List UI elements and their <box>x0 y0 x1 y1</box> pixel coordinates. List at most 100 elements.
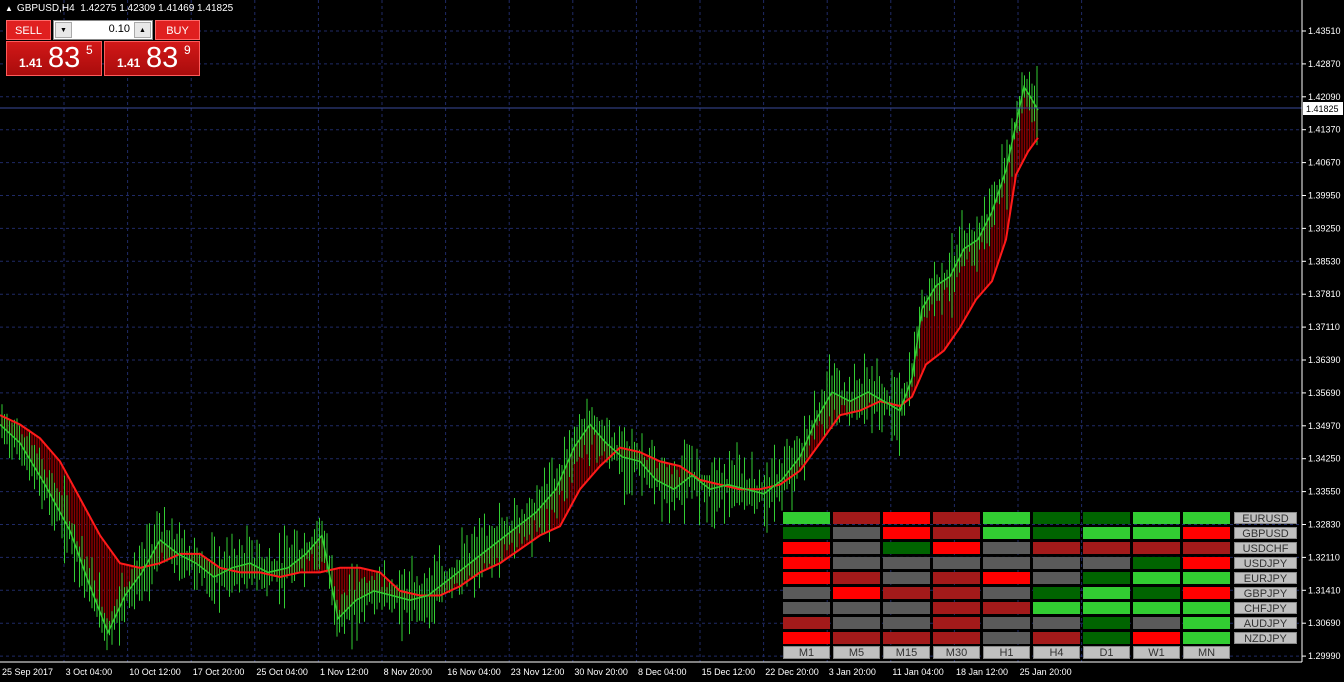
buy-quote-small: 1.41 <box>117 56 141 70</box>
strength-cell <box>883 512 930 524</box>
buy-button[interactable]: BUY <box>155 20 200 40</box>
strength-cell <box>1183 512 1230 524</box>
strength-cell <box>833 557 880 569</box>
strength-cell <box>983 617 1030 629</box>
time-tick-label: 25 Sep 2017 <box>2 667 53 677</box>
strength-cell <box>933 587 980 599</box>
strength-cell <box>933 557 980 569</box>
strength-cell <box>1183 617 1230 629</box>
time-tick-label: 8 Nov 20:00 <box>384 667 433 677</box>
symbol-label-gbpjpy: GBPJPY <box>1234 587 1297 600</box>
strength-cell <box>883 572 930 584</box>
buy-quote-big: 83 <box>146 42 179 74</box>
current-price-label: 1.41825 <box>1306 104 1339 114</box>
increase-lot-icon[interactable]: ▲ <box>134 22 151 38</box>
timeframe-label-d1: D1 <box>1083 646 1130 659</box>
time-tick-label: 25 Jan 20:00 <box>1020 667 1072 677</box>
strength-cell <box>983 602 1030 614</box>
price-tick-label: 1.33550 <box>1308 487 1341 497</box>
lot-size-value[interactable]: 0.10 <box>109 23 130 35</box>
timeframe-label-w1: W1 <box>1133 646 1180 659</box>
strength-cell <box>1033 572 1080 584</box>
strength-cell <box>1183 602 1230 614</box>
strength-cell <box>783 572 830 584</box>
strength-cell <box>1183 527 1230 539</box>
symbol-label: GBPUSD,H4 <box>16 3 75 14</box>
strength-cell <box>983 512 1030 524</box>
strength-cell <box>1133 527 1180 539</box>
strength-cell <box>783 512 830 524</box>
symbol-label-nzdjpy: NZDJPY <box>1234 632 1297 645</box>
symbol-label-chfjpy: CHFJPY <box>1234 602 1297 615</box>
strength-cell <box>883 527 930 539</box>
strength-cell <box>783 527 830 539</box>
price-tick-label: 1.39950 <box>1308 191 1341 201</box>
timeframe-label-mn: MN <box>1183 646 1230 659</box>
price-tick-label: 1.34250 <box>1308 454 1341 464</box>
sell-quote-big: 83 <box>48 42 81 74</box>
timeframe-label-m15: M15 <box>883 646 930 659</box>
symbol-label-usdchf: USDCHF <box>1234 542 1297 555</box>
time-tick-label: 10 Oct 12:00 <box>129 667 181 677</box>
price-tick-label: 1.37110 <box>1308 322 1340 332</box>
symbol-label-gbpusd: GBPUSD <box>1234 527 1297 540</box>
strength-cell <box>783 542 830 554</box>
timeframe-label-m30: M30 <box>933 646 980 659</box>
strength-cell <box>783 602 830 614</box>
strength-cell <box>1183 542 1230 554</box>
strength-cell <box>1183 587 1230 599</box>
strength-cell <box>883 557 930 569</box>
sell-button[interactable]: SELL <box>6 20 51 40</box>
strength-cell <box>983 542 1030 554</box>
buy-quote-sup: 9 <box>184 43 191 57</box>
decrease-lot-icon[interactable]: ▼ <box>55 22 72 38</box>
strength-cell <box>1133 512 1180 524</box>
strength-cell <box>783 557 830 569</box>
timeframe-label-h4: H4 <box>1033 646 1080 659</box>
strength-cell <box>1083 617 1130 629</box>
price-tick-label: 1.35690 <box>1308 388 1341 398</box>
symbol-label-usdjpy: USDJPY <box>1234 557 1297 570</box>
one-click-trading-panel: SELL ▼ 0.10 ▲ BUY 1.41 83 5 1.41 83 9 <box>6 20 200 77</box>
strength-cell <box>1133 572 1180 584</box>
triangle-icon[interactable]: ▲ <box>5 4 13 13</box>
strength-cell <box>933 602 980 614</box>
lot-size-stepper[interactable]: ▼ 0.10 ▲ <box>53 20 153 40</box>
strength-cell <box>1033 527 1080 539</box>
price-tick-label: 1.43510 <box>1308 26 1341 36</box>
ohlc-label: 1.42275 1.42309 1.41469 1.41825 <box>80 3 234 14</box>
strength-cell <box>983 632 1030 644</box>
strength-cell <box>933 617 980 629</box>
sell-quote[interactable]: 1.41 83 5 <box>6 41 102 76</box>
strength-cell <box>833 632 880 644</box>
strength-cell <box>783 587 830 599</box>
buy-quote[interactable]: 1.41 83 9 <box>104 41 200 76</box>
strength-cell <box>1083 542 1130 554</box>
price-tick-label: 1.30690 <box>1308 618 1341 628</box>
strength-cell <box>833 527 880 539</box>
strength-cell <box>833 602 880 614</box>
strength-cell <box>833 617 880 629</box>
price-tick-label: 1.32110 <box>1308 552 1340 562</box>
strength-cell <box>1033 587 1080 599</box>
strength-cell <box>1083 632 1130 644</box>
symbol-label-eurjpy: EURJPY <box>1234 572 1297 585</box>
strength-cell <box>983 587 1030 599</box>
strength-cell <box>933 632 980 644</box>
strength-cell <box>883 632 930 644</box>
strength-cell <box>1033 602 1080 614</box>
strength-cell <box>1083 557 1130 569</box>
strength-cell <box>883 617 930 629</box>
time-tick-label: 22 Dec 20:00 <box>765 667 819 677</box>
strength-cell <box>833 587 880 599</box>
price-tick-label: 1.34970 <box>1308 421 1341 431</box>
strength-cell <box>1183 557 1230 569</box>
sell-quote-sup: 5 <box>86 43 93 57</box>
time-tick-label: 3 Jan 20:00 <box>829 667 876 677</box>
price-tick-label: 1.37810 <box>1308 289 1341 299</box>
strength-cell <box>1033 632 1080 644</box>
time-tick-label: 23 Nov 12:00 <box>511 667 565 677</box>
price-tick-label: 1.40670 <box>1308 158 1341 168</box>
strength-cell <box>1083 572 1130 584</box>
strength-cell <box>883 602 930 614</box>
